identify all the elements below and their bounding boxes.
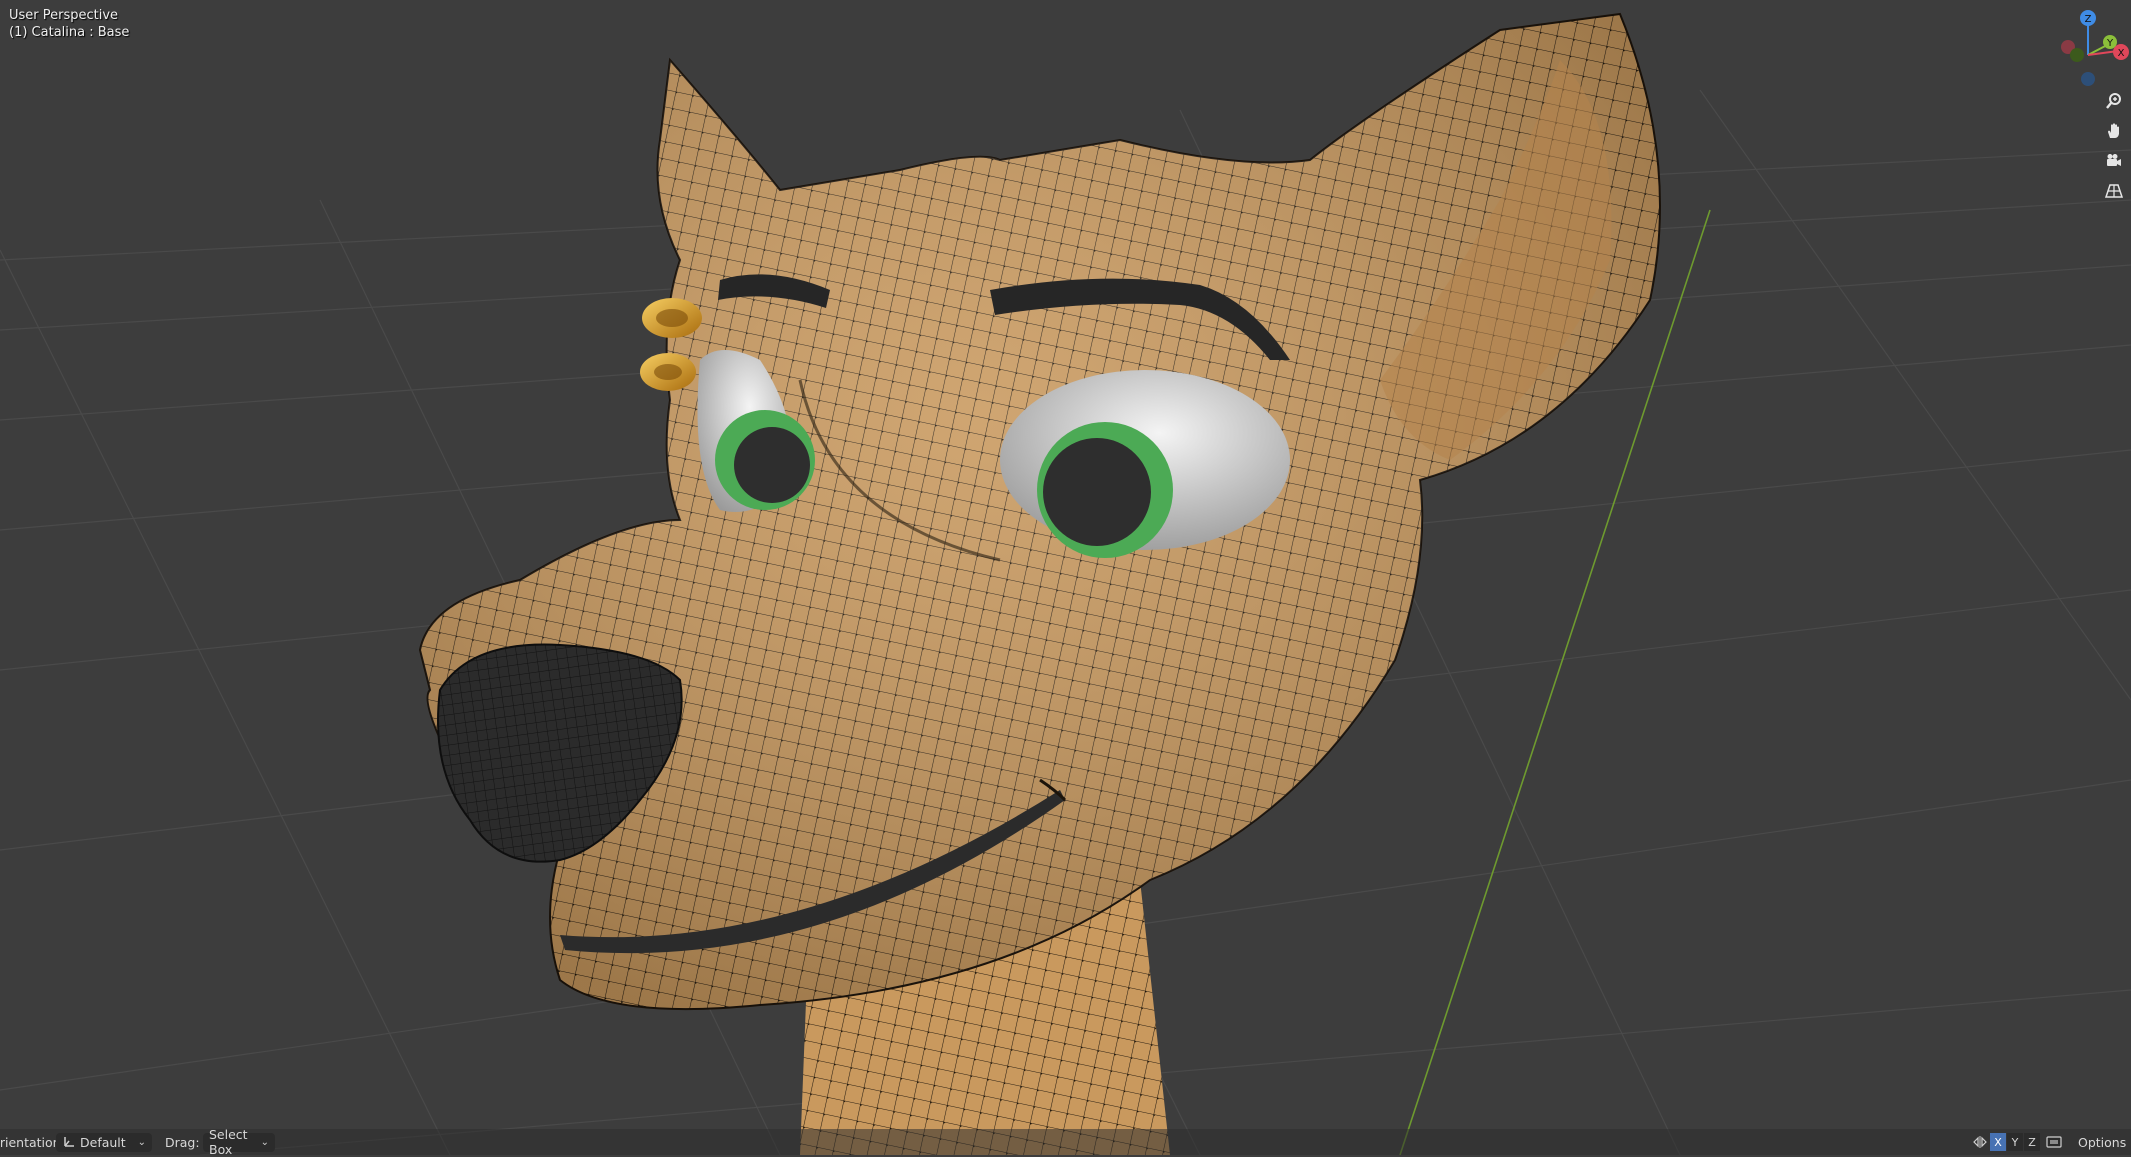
drag-dropdown[interactable]: Select Box ⌄ xyxy=(203,1127,275,1157)
perspective-toggle-button[interactable] xyxy=(2105,182,2129,206)
character-head-mesh xyxy=(418,12,1661,1155)
tool-settings-bar: Orientation: Default ⌄ Drag: Select Box … xyxy=(0,1127,2131,1157)
topology-mirror-icon xyxy=(2046,1136,2062,1148)
3d-viewport[interactable]: User Perspective (1) Catalina : Base Z Y… xyxy=(0,0,2131,1155)
object-info-label: (1) Catalina : Base xyxy=(9,25,130,40)
options-dropdown[interactable]: Options ⌄ xyxy=(2078,1129,2131,1155)
options-label: Options xyxy=(2078,1134,2127,1150)
topology-mirror-button[interactable] xyxy=(2046,1129,2062,1155)
mirror-z-toggle[interactable]: Z xyxy=(2024,1133,2040,1151)
grid-perspective-icon xyxy=(2105,184,2123,198)
pan-button[interactable] xyxy=(2105,122,2129,146)
view-name-label: User Perspective xyxy=(9,8,119,23)
zoom-icon xyxy=(2106,93,2121,109)
navigation-gizmo[interactable]: Z Y X xyxy=(2045,6,2131,90)
hand-icon xyxy=(2108,123,2119,138)
chevron-down-icon: ⌄ xyxy=(260,1136,269,1148)
gizmo-x-label[interactable]: X xyxy=(2118,48,2125,59)
mirror-options-button[interactable] xyxy=(1972,1129,1988,1155)
orientation-dropdown[interactable]: Default ⌄ xyxy=(56,1132,152,1152)
drag-value: Select Box xyxy=(209,1127,248,1157)
mirror-icon xyxy=(1973,1136,1987,1148)
transform-orientation-icon xyxy=(64,1137,74,1147)
camera-icon xyxy=(2107,154,2121,166)
drag-label: Drag: xyxy=(165,1134,200,1150)
gizmo-y-label[interactable]: Y xyxy=(2106,38,2114,49)
mirror-x-toggle[interactable]: X xyxy=(1990,1133,2006,1151)
chevron-down-icon: ⌄ xyxy=(137,1136,146,1148)
mirror-y-toggle[interactable]: Y xyxy=(2007,1133,2023,1151)
camera-view-button[interactable] xyxy=(2105,152,2129,176)
gizmo-z-label[interactable]: Z xyxy=(2085,14,2092,25)
viewport-scene[interactable] xyxy=(0,0,2131,1155)
orientation-value: Default xyxy=(80,1134,126,1150)
zoom-button[interactable] xyxy=(2105,92,2129,116)
